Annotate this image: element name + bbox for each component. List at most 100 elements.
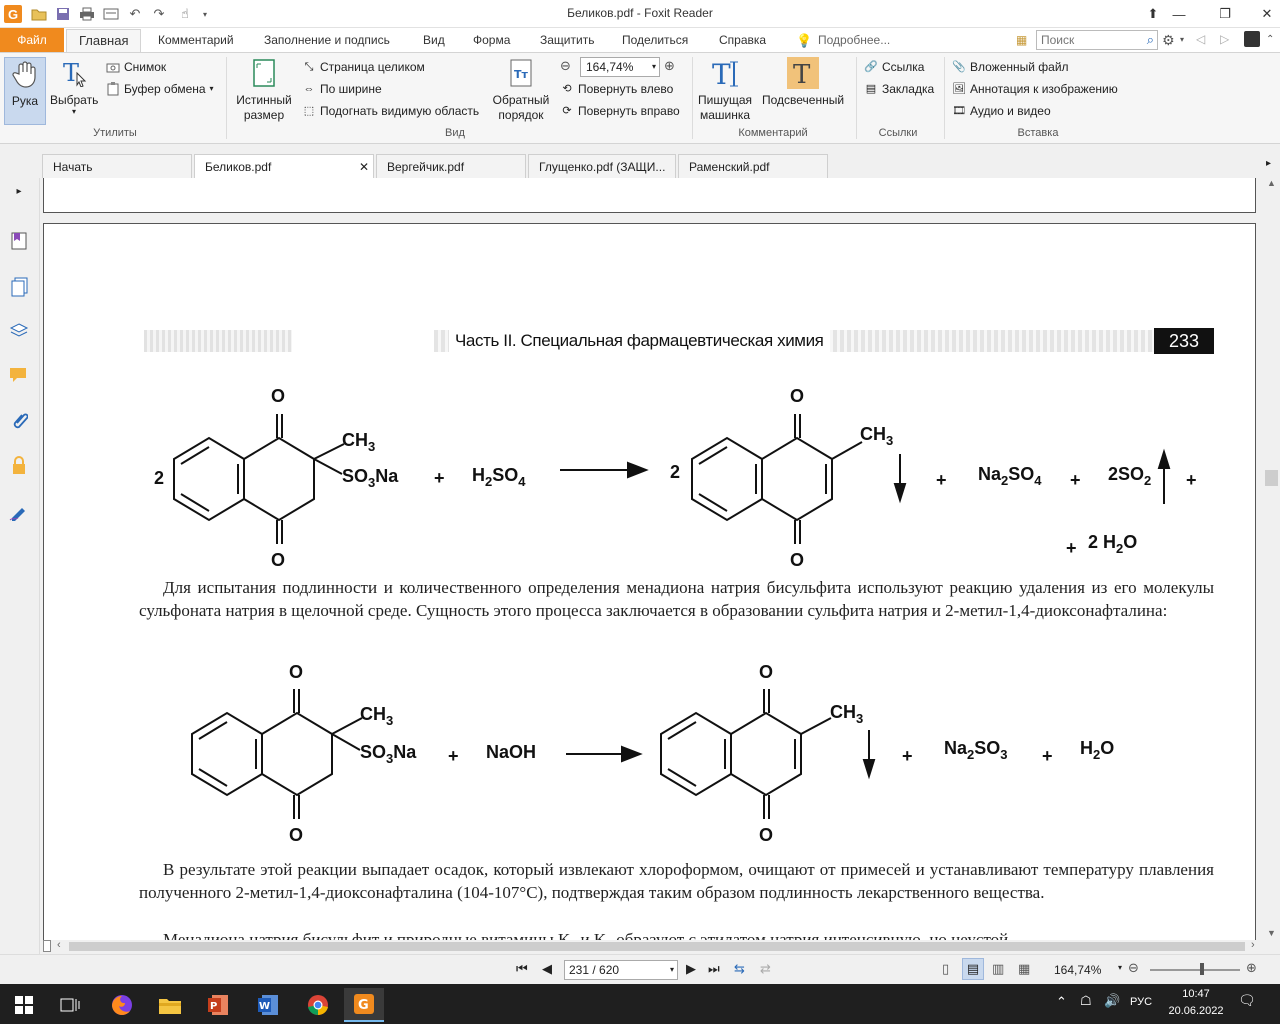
previous-page-icon[interactable]: ◀: [542, 961, 552, 977]
search-icon[interactable]: ⌕: [1147, 32, 1154, 48]
status-zoom-out-icon[interactable]: ⊖: [1128, 960, 1139, 976]
network-icon[interactable]: ☖: [1080, 993, 1092, 1009]
tab-file[interactable]: Файл: [0, 28, 64, 52]
tabs-scroll-right-icon[interactable]: ▸: [1266, 158, 1271, 169]
scroll-up-icon[interactable]: ▲: [1267, 178, 1276, 188]
hand-tool-button[interactable]: Рука: [4, 57, 46, 125]
chat-icon[interactable]: ▦: [1016, 33, 1027, 47]
zoom-slider-thumb[interactable]: [1200, 963, 1204, 975]
typewriter-button[interactable]: T Пишущая машинка: [696, 57, 754, 123]
facing-page-icon[interactable]: ▥: [992, 961, 1004, 977]
doc-tab-start[interactable]: Начать: [42, 154, 192, 178]
tab-home[interactable]: Главная: [66, 29, 142, 53]
security-panel-icon[interactable]: [8, 454, 30, 476]
zoom-combobox[interactable]: 164,74% ▾: [580, 57, 660, 77]
search-input[interactable]: [1037, 31, 1133, 49]
clock-date[interactable]: 20.06.2022: [1162, 1005, 1230, 1017]
powerpoint-icon[interactable]: P: [198, 988, 238, 1022]
user-icon[interactable]: [1244, 31, 1260, 47]
doc-tab-glushchenko[interactable]: Глущенко.pdf (ЗАЩИ...: [528, 154, 676, 178]
chrome-icon[interactable]: [298, 988, 338, 1022]
last-page-icon[interactable]: ⏭: [708, 961, 720, 977]
page-dropdown-icon[interactable]: ▾: [670, 961, 674, 979]
status-zoom-in-icon[interactable]: ⊕: [1246, 960, 1257, 976]
split-handle[interactable]: [43, 940, 51, 952]
image-annotation-button[interactable]: 🖼 Аннотация к изображению: [952, 79, 1118, 99]
continuous-facing-icon[interactable]: ▦: [1018, 961, 1030, 977]
tab-fill-sign[interactable]: Заполнение и подпись: [252, 28, 402, 52]
show-hidden-icons-icon[interactable]: ⌃: [1056, 994, 1067, 1010]
tab-view[interactable]: Вид: [411, 28, 457, 52]
vertical-scrollbar[interactable]: ▲ ▼: [1263, 178, 1280, 940]
actual-size-button[interactable]: Истинный размер: [232, 57, 296, 123]
audio-video-button[interactable]: 🎞 Аудио и видео: [952, 101, 1051, 121]
next-view-icon[interactable]: ⇄: [760, 961, 771, 977]
settings-icon[interactable]: ⚙: [1162, 32, 1175, 49]
volume-icon[interactable]: 🔊: [1104, 993, 1120, 1009]
clipboard-button[interactable]: Буфер обмена ▾: [106, 79, 214, 99]
search-box[interactable]: ⌕: [1036, 30, 1158, 50]
zoom-in-icon[interactable]: ⊕: [664, 58, 675, 74]
clock-time[interactable]: 10:47: [1166, 988, 1226, 1000]
ribbon-display-icon[interactable]: ⬆: [1142, 4, 1164, 24]
pages-panel-icon[interactable]: [8, 276, 30, 298]
first-page-icon[interactable]: ⏮: [516, 961, 528, 977]
highlight-button[interactable]: T Подсвеченный: [758, 57, 848, 108]
task-view-icon[interactable]: [50, 988, 90, 1022]
zoom-status-dropdown-icon[interactable]: ▾: [1118, 963, 1122, 972]
nav-back-icon[interactable]: ◁: [1196, 32, 1205, 46]
zoom-slider[interactable]: [1150, 969, 1240, 971]
bookmarks-panel-icon[interactable]: [8, 230, 30, 252]
windows-start-icon[interactable]: [4, 988, 44, 1022]
close-tab-icon[interactable]: ✕: [359, 155, 369, 178]
zoom-out-icon[interactable]: ⊖: [560, 58, 571, 74]
restore-button[interactable]: ❐: [1214, 4, 1236, 24]
notifications-icon[interactable]: 🗨: [1238, 992, 1256, 1009]
doc-tab-vergeychik[interactable]: Вергейчик.pdf: [376, 154, 526, 178]
scroll-down-icon[interactable]: ▼: [1267, 928, 1276, 938]
doc-tab-belikov[interactable]: Беликов.pdf ✕: [194, 154, 374, 178]
firefox-icon[interactable]: [102, 988, 142, 1022]
tab-protect[interactable]: Защитить: [528, 28, 606, 52]
snapshot-button[interactable]: Снимок: [106, 57, 166, 77]
reflow-button[interactable]: Tт Обратный порядок: [490, 57, 552, 123]
tab-share[interactable]: Поделиться: [610, 28, 700, 52]
close-button[interactable]: ✕: [1256, 4, 1278, 24]
continuous-page-icon[interactable]: ▤: [962, 958, 984, 980]
layers-panel-icon[interactable]: [8, 320, 30, 342]
comments-panel-icon[interactable]: [8, 364, 30, 386]
rotate-right-button[interactable]: ⟳ Повернуть вправо: [560, 101, 679, 121]
word-icon[interactable]: W: [248, 988, 288, 1022]
attachments-panel-icon[interactable]: [8, 410, 30, 432]
rotate-left-button[interactable]: ⟲ Повернуть влево: [560, 79, 673, 99]
minimize-button[interactable]: —: [1168, 4, 1190, 24]
language-indicator[interactable]: РУС: [1130, 996, 1152, 1008]
doc-tab-ramensky[interactable]: Раменский.pdf: [678, 154, 828, 178]
scroll-left-icon[interactable]: ‹: [57, 939, 61, 951]
horizontal-scroll-thumb[interactable]: [69, 942, 1245, 951]
fit-page-button[interactable]: ⤡ Страница целиком: [302, 57, 425, 77]
page-number-field[interactable]: 231 / 620 ▾: [564, 960, 678, 980]
select-tool-button[interactable]: T Выбрать ▾: [50, 57, 98, 116]
foxit-reader-taskbar-icon[interactable]: G: [344, 988, 384, 1022]
previous-view-icon[interactable]: ⇆: [734, 961, 745, 977]
tab-help[interactable]: Справка: [707, 28, 778, 52]
settings-dropdown-icon[interactable]: ▾: [1180, 35, 1184, 44]
attach-file-button[interactable]: 📎 Вложенный файл: [952, 57, 1068, 77]
link-button[interactable]: 🔗 Ссылка: [864, 57, 924, 77]
collapse-ribbon-icon[interactable]: ⌃: [1266, 34, 1274, 45]
tab-form[interactable]: Форма: [461, 28, 522, 52]
next-page-icon[interactable]: ▶: [686, 961, 696, 977]
zoom-dropdown-icon[interactable]: ▾: [652, 58, 656, 76]
single-page-icon[interactable]: ▯: [942, 961, 949, 977]
expand-panel-icon[interactable]: ▸: [8, 180, 30, 202]
scroll-right-icon[interactable]: ›: [1251, 939, 1255, 951]
file-explorer-icon[interactable]: [150, 988, 190, 1022]
fit-width-button[interactable]: ⇔ По ширине: [302, 79, 382, 99]
signatures-panel-icon[interactable]: [8, 500, 30, 522]
tell-me-text[interactable]: Подробнее...: [818, 33, 890, 47]
fit-visible-button[interactable]: ⬚ Подогнать видимую область: [302, 101, 479, 121]
bookmark-button[interactable]: ▤ Закладка: [864, 79, 934, 99]
nav-forward-icon[interactable]: ▷: [1220, 32, 1229, 46]
scroll-thumb[interactable]: [1265, 470, 1278, 486]
